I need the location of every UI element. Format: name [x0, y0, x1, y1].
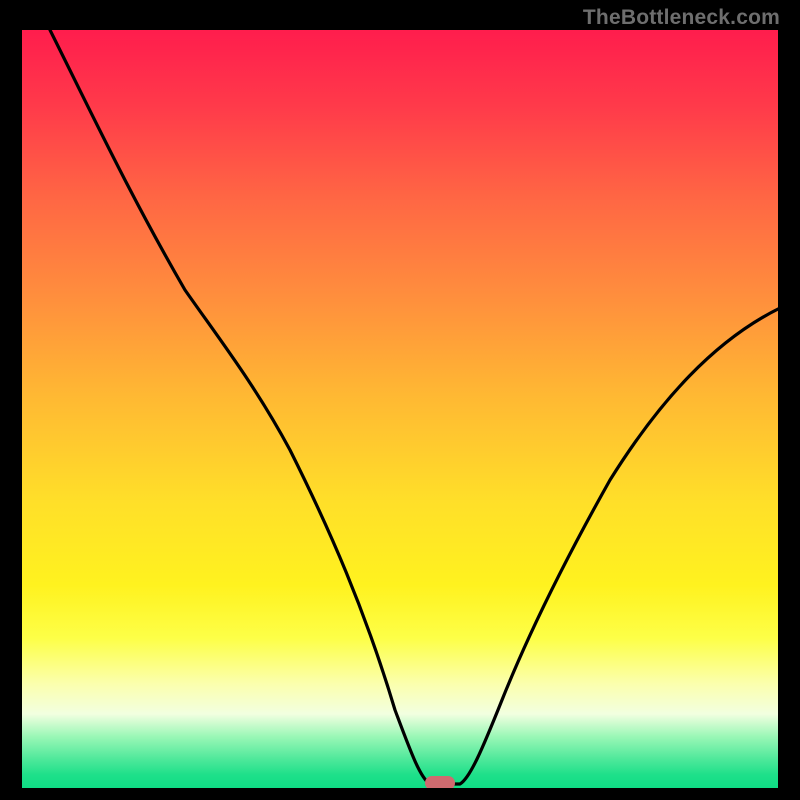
optimal-point-marker: [425, 776, 455, 790]
chart-frame: [20, 30, 780, 790]
chart-background-gradient: [20, 30, 780, 790]
watermark-text: TheBottleneck.com: [583, 6, 780, 30]
